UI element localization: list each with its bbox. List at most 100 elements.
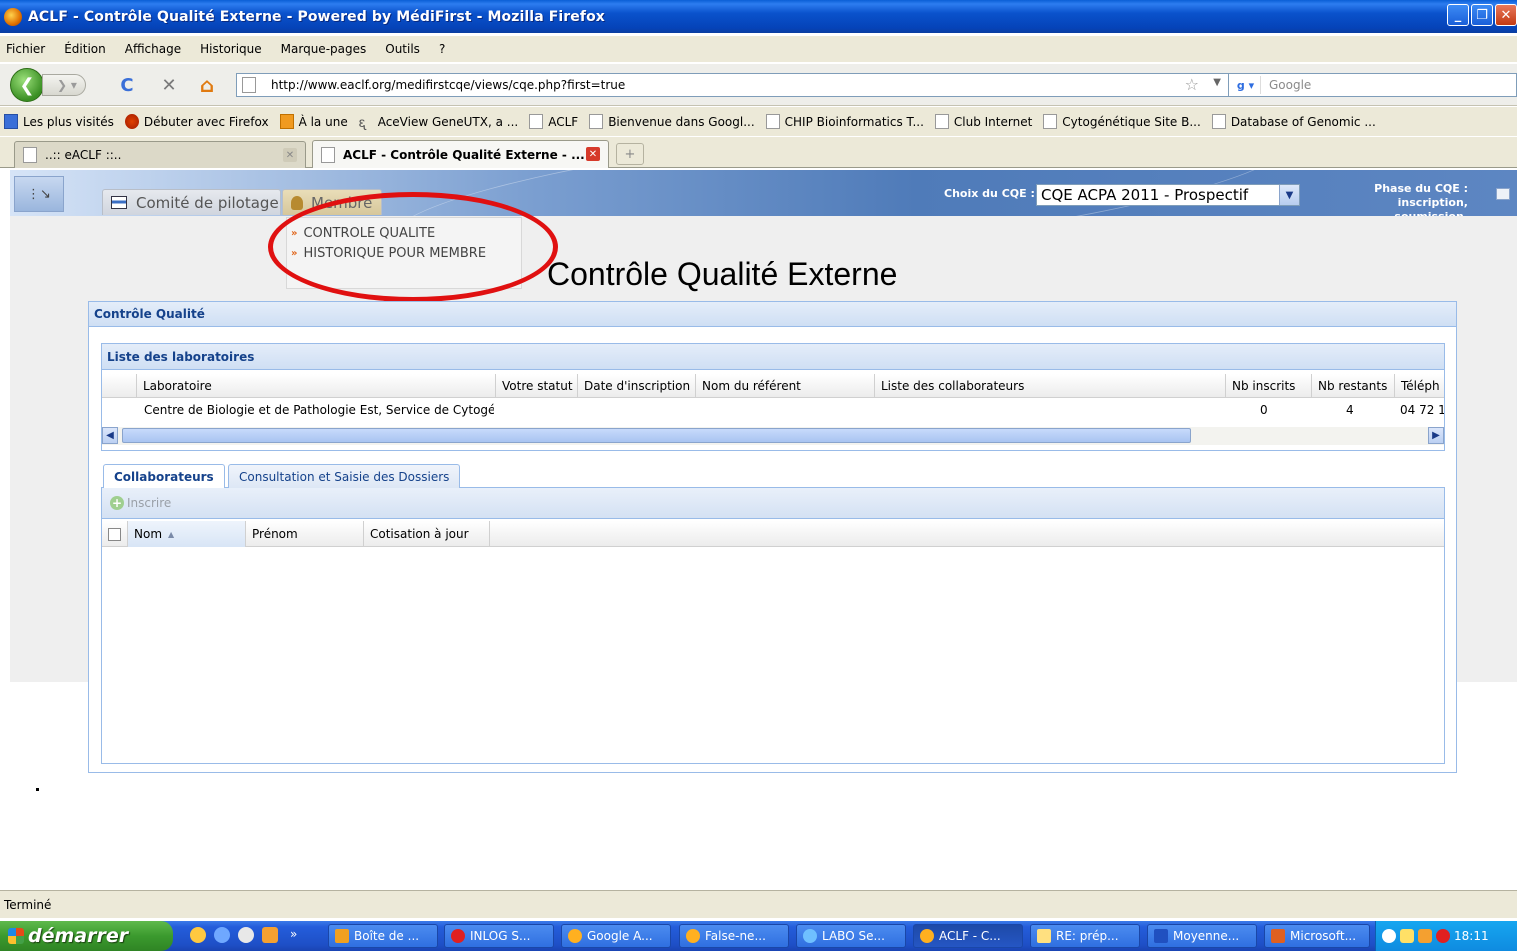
tab-consultation-saisie[interactable]: Consultation et Saisie des Dossiers: [228, 464, 461, 488]
search-placeholder[interactable]: Google: [1269, 78, 1311, 92]
reload-icon[interactable]: C: [116, 74, 138, 96]
bookmark-item[interactable]: ACLF: [529, 114, 578, 129]
window-title-bar: ACLF - Contrôle Qualité Externe - Powere…: [0, 0, 1517, 33]
bookmark-star-icon[interactable]: ☆: [1185, 75, 1199, 94]
header-menu-icon[interactable]: [1496, 188, 1510, 200]
taskbar-item[interactable]: INLOG S...: [444, 924, 554, 948]
stop-icon[interactable]: ✕: [158, 74, 180, 96]
bookmark-item[interactable]: ᶓ AceView GeneUTX, a ...: [358, 114, 519, 132]
new-tab-button[interactable]: +: [616, 143, 644, 165]
bookmark-item[interactable]: Les plus visités: [4, 114, 114, 129]
tab-collaborateurs[interactable]: Collaborateurs: [103, 464, 225, 489]
browser-tab-bar: ..:: eACLF ::.. ✕ ACLF - Contrôle Qualit…: [0, 137, 1517, 168]
back-arrow-icon[interactable]: ❮: [10, 68, 44, 102]
tray-arrow-icon[interactable]: [1382, 929, 1396, 943]
cell-nb-restants: 4: [1346, 403, 1354, 417]
ie-icon[interactable]: [214, 927, 230, 943]
select-all-checkbox[interactable]: [108, 527, 121, 541]
taskbar-item-active[interactable]: ACLF - C...: [913, 924, 1023, 948]
media-player-icon[interactable]: [238, 927, 254, 943]
url-dropdown-icon[interactable]: ▼: [1213, 77, 1221, 88]
taskbar-item[interactable]: Microsoft...: [1264, 924, 1370, 948]
page-icon: [1043, 114, 1058, 129]
aceview-icon: ᶓ: [358, 115, 366, 131]
taskbar-item[interactable]: Moyenne...: [1147, 924, 1257, 948]
taskbar-item[interactable]: RE: prép...: [1030, 924, 1140, 948]
labs-panel-title: Liste des laboratoires: [102, 344, 1444, 370]
bookmark-item[interactable]: Cytogénétique Site B...: [1043, 114, 1201, 129]
browser-tab-eaclf[interactable]: ..:: eACLF ::.. ✕: [14, 141, 306, 168]
alert-icon[interactable]: [1436, 929, 1450, 943]
url-bar[interactable]: http://www.eaclf.org/medifirstcqe/views/…: [236, 73, 1236, 97]
chevron-down-icon[interactable]: ▼: [1279, 185, 1299, 205]
quicklaunch-icon[interactable]: [190, 927, 206, 943]
scroll-right-icon[interactable]: ▶: [1428, 427, 1444, 444]
clock: 18:11: [1454, 929, 1489, 943]
collab-tab-strip: Collaborateurs Consultation et Saisie de…: [101, 462, 1445, 489]
taskbar-item[interactable]: LABO Se...: [796, 924, 906, 948]
menu-edition[interactable]: Édition: [64, 42, 106, 56]
col-nom-referent[interactable]: Nom du référent: [695, 374, 874, 398]
menu-outils[interactable]: Outils: [385, 42, 420, 56]
menu-marque-pages[interactable]: Marque-pages: [281, 42, 367, 56]
taskbar-item[interactable]: Boîte de ...: [328, 924, 438, 948]
bookmark-item[interactable]: CHIP Bioinformatics T...: [765, 114, 924, 129]
cell-telephone: 04 72 1: [1400, 403, 1444, 417]
col-telephone[interactable]: Téléph: [1394, 374, 1444, 398]
col-date-inscription[interactable]: Date d'inscription: [577, 374, 695, 398]
menu-affichage[interactable]: Affichage: [125, 42, 181, 56]
web-page: ⋮↘ Comité de pilotage Membre Choix du CQ…: [10, 170, 1517, 791]
cell-laboratoire: Centre de Biologie et de Pathologie Est,…: [144, 403, 494, 417]
col-nb-inscrits[interactable]: Nb inscrits: [1225, 374, 1311, 398]
menu-fichier[interactable]: Fichier: [6, 42, 45, 56]
page-title: Contrôle Qualité Externe: [547, 256, 898, 292]
bookmark-item[interactable]: Club Internet: [934, 114, 1032, 129]
url-text[interactable]: http://www.eaclf.org/medifirstcqe/views/…: [271, 78, 625, 92]
more-quicklaunch-icon[interactable]: »: [290, 927, 297, 941]
labs-grid-header: Laboratoire Votre statut Date d'inscript…: [102, 374, 1444, 398]
taskbar-item[interactable]: Google A...: [561, 924, 671, 948]
tab-close-icon[interactable]: ✕: [283, 148, 297, 162]
calendar-icon[interactable]: [262, 927, 278, 943]
browser-tab-aclf[interactable]: ACLF - Contrôle Qualité Externe - ... ✕: [312, 140, 609, 168]
home-icon[interactable]: ⌂: [196, 73, 218, 97]
table-row[interactable]: Centre de Biologie et de Pathologie Est,…: [102, 400, 1444, 422]
menu-aide[interactable]: ?: [439, 42, 445, 56]
menu-historique[interactable]: Historique: [200, 42, 262, 56]
calendar-tray-icon[interactable]: [1418, 929, 1432, 943]
app-logo-icon[interactable]: ⋮↘: [14, 176, 64, 212]
bookmark-item[interactable]: À la une: [279, 114, 348, 129]
forward-button[interactable]: ❯ ▾: [42, 74, 86, 96]
horizontal-scrollbar[interactable]: ◀ ▶: [102, 427, 1444, 445]
search-bar[interactable]: g ▾ Google: [1228, 73, 1517, 97]
start-button[interactable]: démarrer: [0, 921, 173, 951]
taskbar-item[interactable]: False-ne...: [679, 924, 789, 948]
scroll-thumb[interactable]: [122, 428, 1191, 443]
tab-close-icon[interactable]: ✕: [586, 147, 600, 161]
restore-button[interactable]: ❐: [1471, 4, 1493, 26]
window-icon: [111, 196, 127, 209]
bookmark-item[interactable]: Database of Genomic ...: [1211, 114, 1376, 129]
col-prenom[interactable]: Prénom: [246, 521, 364, 547]
col-liste-collaborateurs[interactable]: Liste des collaborateurs: [874, 374, 1225, 398]
mail-icon[interactable]: [1400, 929, 1414, 943]
col-cotisation[interactable]: Cotisation à jour: [364, 521, 490, 547]
minimize-button[interactable]: _: [1447, 4, 1469, 26]
bookmark-item[interactable]: Débuter avec Firefox: [124, 114, 269, 129]
bookmark-item[interactable]: Bienvenue dans Googl...: [589, 114, 755, 129]
col-nom[interactable]: Nom ▲: [128, 521, 246, 547]
inscrire-button[interactable]: Inscrire: [127, 496, 171, 510]
col-nb-restants[interactable]: Nb restants: [1311, 374, 1394, 398]
firefox-start-icon: [124, 114, 139, 129]
col-votre-statut[interactable]: Votre statut: [495, 374, 577, 398]
scroll-left-icon[interactable]: ◀: [102, 427, 118, 444]
status-bar: Terminé: [0, 890, 1517, 918]
tab-comite-de-pilotage[interactable]: Comité de pilotage: [102, 189, 281, 215]
controle-qualite-panel: Contrôle Qualité Liste des laboratoires …: [88, 301, 1457, 773]
col-laboratoire[interactable]: Laboratoire: [136, 374, 495, 398]
collaborateurs-grid-panel: + Inscrire Nom ▲ Prénom Cotisation à jour: [101, 488, 1445, 764]
annotation-ellipse: [268, 192, 558, 302]
close-button[interactable]: ✕: [1495, 4, 1517, 26]
google-engine-icon[interactable]: g ▾: [1231, 76, 1261, 94]
cqe-select[interactable]: CQE ACPA 2011 - Prospectif ▼: [1036, 184, 1300, 206]
